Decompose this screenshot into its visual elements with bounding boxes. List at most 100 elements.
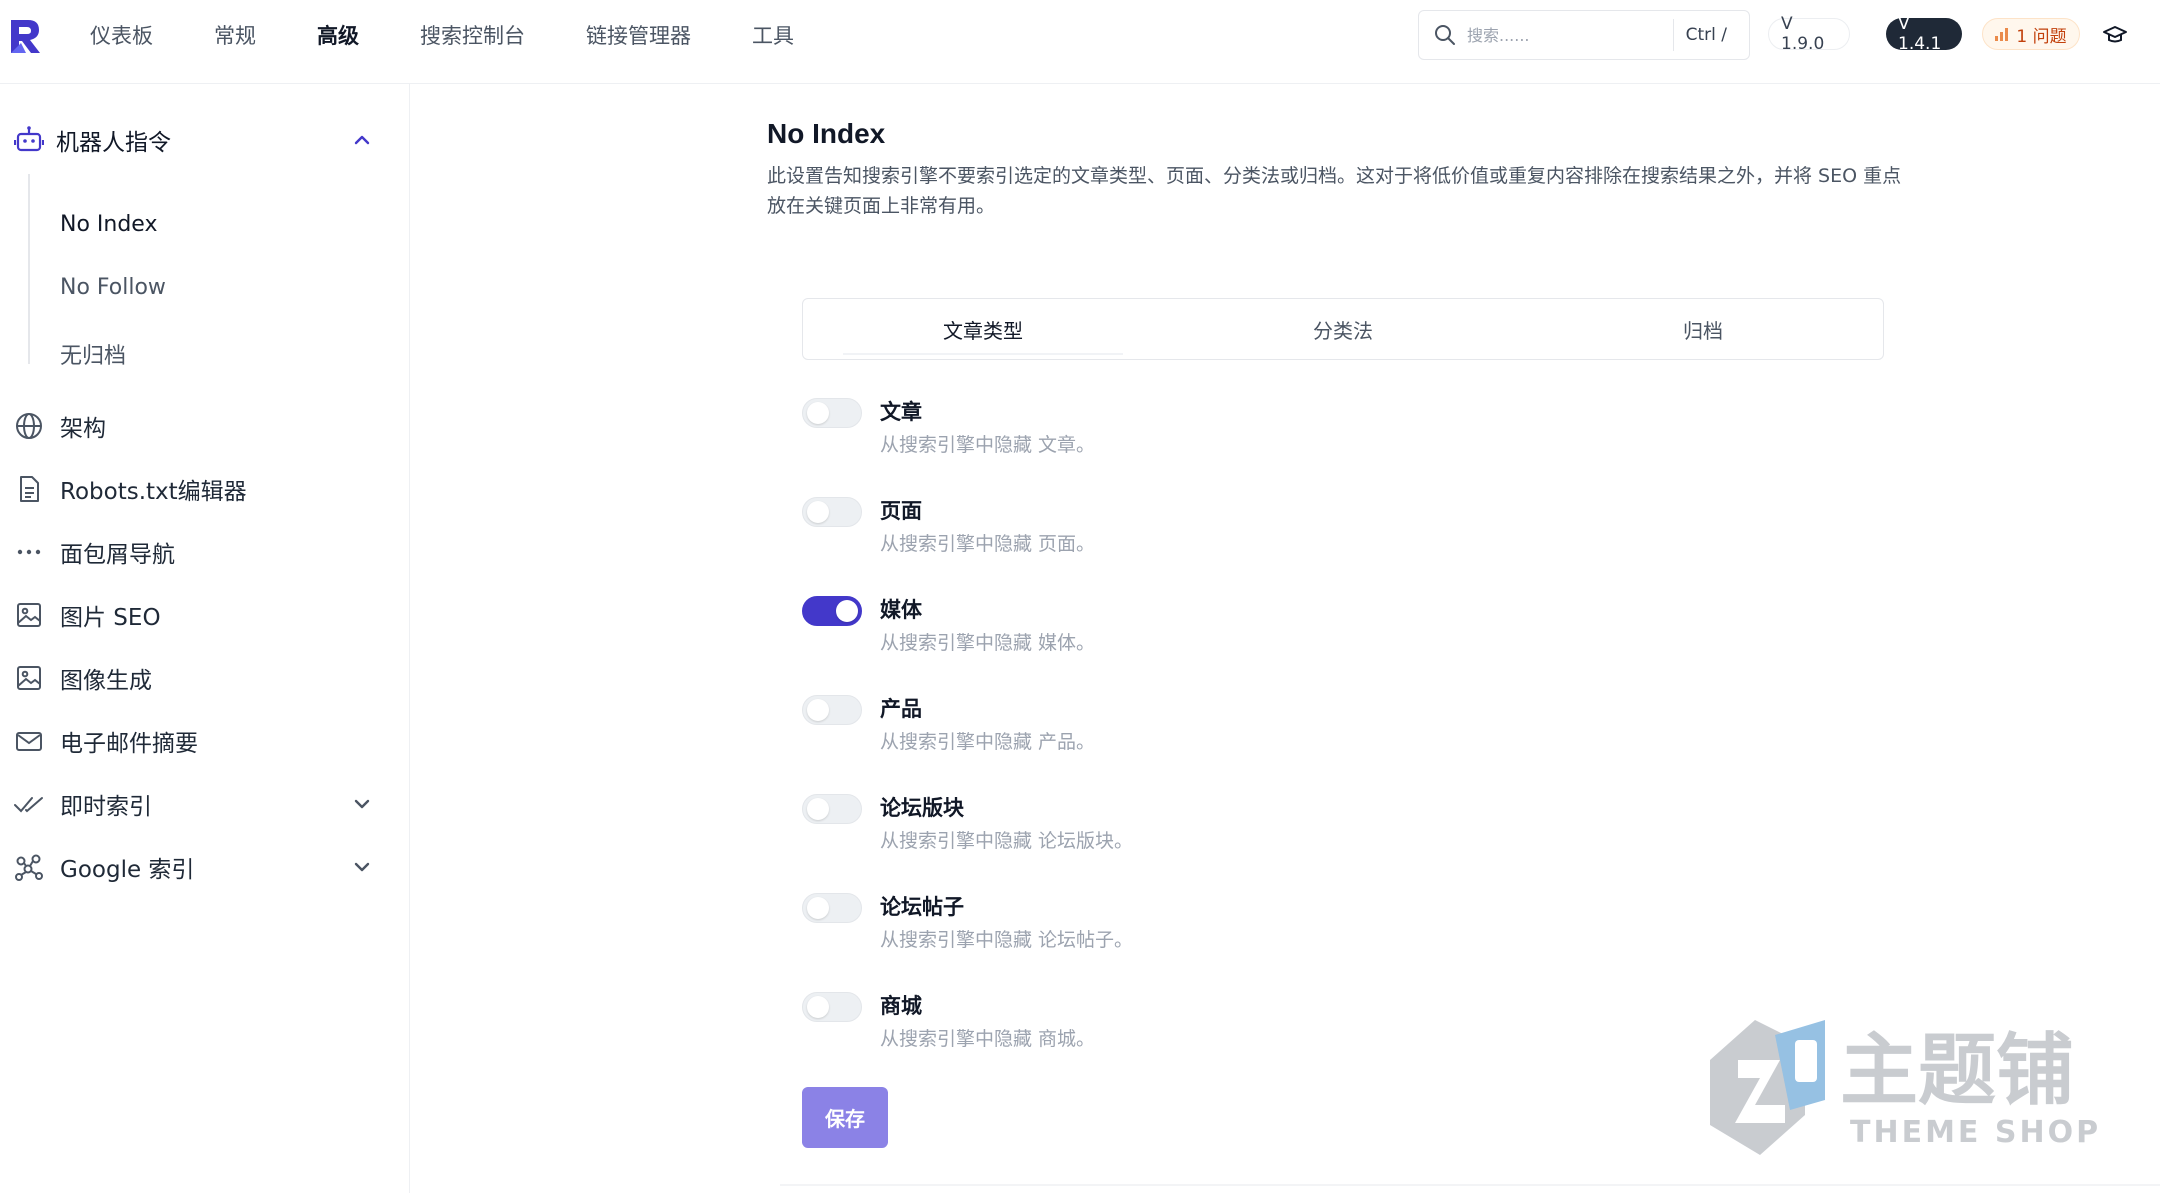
toggle-switch[interactable] xyxy=(802,596,862,626)
search-shortcut: Ctrl / xyxy=(1672,19,1739,51)
page-title: No Index xyxy=(767,118,886,149)
option-row: 论坛版块从搜索引擎中隐藏 论坛版块。 xyxy=(802,790,1402,870)
toggle-switch[interactable] xyxy=(802,695,862,725)
submenu-no-index[interactable]: No Index xyxy=(60,212,157,237)
option-description: 从搜索引擎中隐藏 论坛版块。 xyxy=(880,830,1134,852)
sidebar-item-label: 图片 SEO xyxy=(60,605,161,631)
sidebar-item-label: 机器人指令 xyxy=(56,130,171,156)
option-row: 商城从搜索引擎中隐藏 商城。 xyxy=(802,988,1402,1068)
option-title: 媒体 xyxy=(880,598,922,622)
sidebar-item-label: Google 索引 xyxy=(60,857,195,883)
watermark-en-text: THEME SHOP xyxy=(1850,1115,2101,1150)
option-title: 商城 xyxy=(880,994,922,1018)
option-description: 从搜索引擎中隐藏 页面。 xyxy=(880,533,1096,555)
option-title: 论坛版块 xyxy=(880,796,964,820)
issues-label: 1 问题 xyxy=(2016,26,2067,47)
option-row: 文章从搜索引擎中隐藏 文章。 xyxy=(802,394,1402,474)
sidebar-item-label: 电子邮件摘要 xyxy=(60,731,198,757)
option-row: 产品 从搜索引擎中隐藏 产品。 xyxy=(802,691,1402,771)
toggle-switch[interactable] xyxy=(802,794,862,824)
toggle-knob xyxy=(807,501,829,523)
toggle-knob xyxy=(807,402,829,424)
sidebar-item-breadcrumbs[interactable]: 面包屑导航 xyxy=(14,532,374,572)
search-box[interactable]: Ctrl / xyxy=(1418,10,1750,60)
watermark-logo-icon: 主题铺 THEME SHOP xyxy=(1710,1020,2101,1155)
nav-advanced[interactable]: 高级 xyxy=(317,20,359,50)
submenu-no-follow[interactable]: No Follow xyxy=(60,275,166,300)
option-description: 从搜索引擎中隐藏 商城。 xyxy=(880,1028,1096,1050)
nav-search-console[interactable]: 搜索控制台 xyxy=(420,20,525,50)
image-icon xyxy=(14,600,44,630)
robots-submenu: No Index No Follow 无归档 xyxy=(28,174,166,369)
nav-tools[interactable]: 工具 xyxy=(752,20,794,50)
version-free-badge[interactable]: V 1.9.0 xyxy=(1768,14,1850,54)
document-icon xyxy=(14,474,44,504)
chevron-up-icon[interactable] xyxy=(350,128,374,152)
option-description: 从搜索引擎中隐藏 产品。 xyxy=(880,731,1096,753)
sidebar-item-robots[interactable]: 机器人指令 xyxy=(14,120,374,160)
search-icon xyxy=(1435,25,1455,45)
graduation-cap-icon[interactable] xyxy=(2102,22,2128,48)
signal-bars-icon xyxy=(1995,27,2009,41)
sidebar-item-label: 面包屑导航 xyxy=(60,542,175,568)
sidebar-item-schema[interactable]: 架构 xyxy=(14,406,374,446)
sidebar-item-label: Robots.txt编辑器 xyxy=(60,479,247,505)
option-title: 页面 xyxy=(880,499,922,523)
image-icon xyxy=(14,663,44,693)
sidebar-item-image-generation[interactable]: 图像生成 xyxy=(14,658,374,698)
tab-post-types[interactable]: 文章类型 xyxy=(803,299,1163,359)
sidebar-item-email-digest[interactable]: 电子邮件摘要 xyxy=(14,721,374,761)
top-bar: 仪表板 常规 高级 搜索控制台 链接管理器 工具 Ctrl / V 1.9.0 … xyxy=(0,0,2160,84)
watermark-cn-text: 主题铺 xyxy=(1840,1026,2074,1116)
network-icon xyxy=(14,852,44,882)
toggle-knob xyxy=(836,600,858,622)
submenu-no-archive[interactable]: 无归档 xyxy=(60,338,126,370)
sidebar-item-robots-txt[interactable]: Robots.txt编辑器 xyxy=(14,469,374,509)
nav-link-manager[interactable]: 链接管理器 xyxy=(586,20,691,50)
nav-dashboard[interactable]: 仪表板 xyxy=(90,20,153,50)
sidebar: 机器人指令 No Index No Follow 无归档 架构 Robots.t… xyxy=(0,84,410,1193)
toggle-knob xyxy=(807,996,829,1018)
option-description: 从搜索引擎中隐藏 论坛帖子。 xyxy=(880,929,1134,951)
watermark: 主题铺 THEME SHOP xyxy=(1700,1005,2130,1165)
chevron-down-icon[interactable] xyxy=(350,792,374,816)
option-title: 论坛帖子 xyxy=(880,895,964,919)
tab-taxonomies[interactable]: 分类法 xyxy=(1163,299,1523,359)
option-row: 页面从搜索引擎中隐藏 页面。 xyxy=(802,493,1402,573)
toggle-knob xyxy=(807,699,829,721)
app-logo[interactable] xyxy=(8,16,44,56)
content-type-tabs: 文章类型 分类法 归档 xyxy=(802,298,1884,360)
option-row: 媒体从搜索引擎中隐藏 媒体。 xyxy=(802,592,1402,672)
toggle-knob xyxy=(807,897,829,919)
save-button[interactable]: 保存 xyxy=(802,1087,888,1148)
option-description: 从搜索引擎中隐藏 媒体。 xyxy=(880,632,1096,654)
nav-general[interactable]: 常规 xyxy=(214,20,256,50)
divider xyxy=(780,1184,2160,1186)
robot-icon xyxy=(14,126,44,152)
page-description: 此设置告知搜索引擎不要索引选定的文章类型、页面、分类法或归档。这对于将低价值或重… xyxy=(767,165,1902,217)
double-check-icon xyxy=(14,789,44,819)
toggle-switch[interactable] xyxy=(802,497,862,527)
mail-icon xyxy=(14,726,44,756)
globe-icon xyxy=(14,411,44,441)
issues-badge[interactable]: 1 问题 xyxy=(1982,18,2080,50)
version-pro-badge[interactable]: V 1.4.1 xyxy=(1886,14,1962,54)
tab-archives[interactable]: 归档 xyxy=(1523,299,1883,359)
sidebar-item-instant-indexing[interactable]: 即时索引 xyxy=(14,784,374,824)
sidebar-item-image-seo[interactable]: 图片 SEO xyxy=(14,595,374,635)
main-nav: 仪表板 常规 高级 搜索控制台 链接管理器 工具 xyxy=(90,0,855,70)
sidebar-item-label: 即时索引 xyxy=(60,794,152,820)
toggle-switch[interactable] xyxy=(802,992,862,1022)
chevron-down-icon[interactable] xyxy=(350,855,374,879)
search-input[interactable] xyxy=(1467,25,1667,45)
sidebar-item-google-indexing[interactable]: Google 索引 xyxy=(14,847,374,887)
toggle-knob xyxy=(807,798,829,820)
option-title: 文章 xyxy=(880,400,922,424)
sidebar-item-label: 图像生成 xyxy=(60,668,152,694)
option-description: 从搜索引擎中隐藏 文章。 xyxy=(880,434,1096,456)
sidebar-item-label: 架构 xyxy=(60,416,106,442)
toggle-switch[interactable] xyxy=(802,893,862,923)
option-row: 论坛帖子从搜索引擎中隐藏 论坛帖子。 xyxy=(802,889,1402,969)
ellipsis-icon xyxy=(14,537,44,567)
toggle-switch[interactable] xyxy=(802,398,862,428)
